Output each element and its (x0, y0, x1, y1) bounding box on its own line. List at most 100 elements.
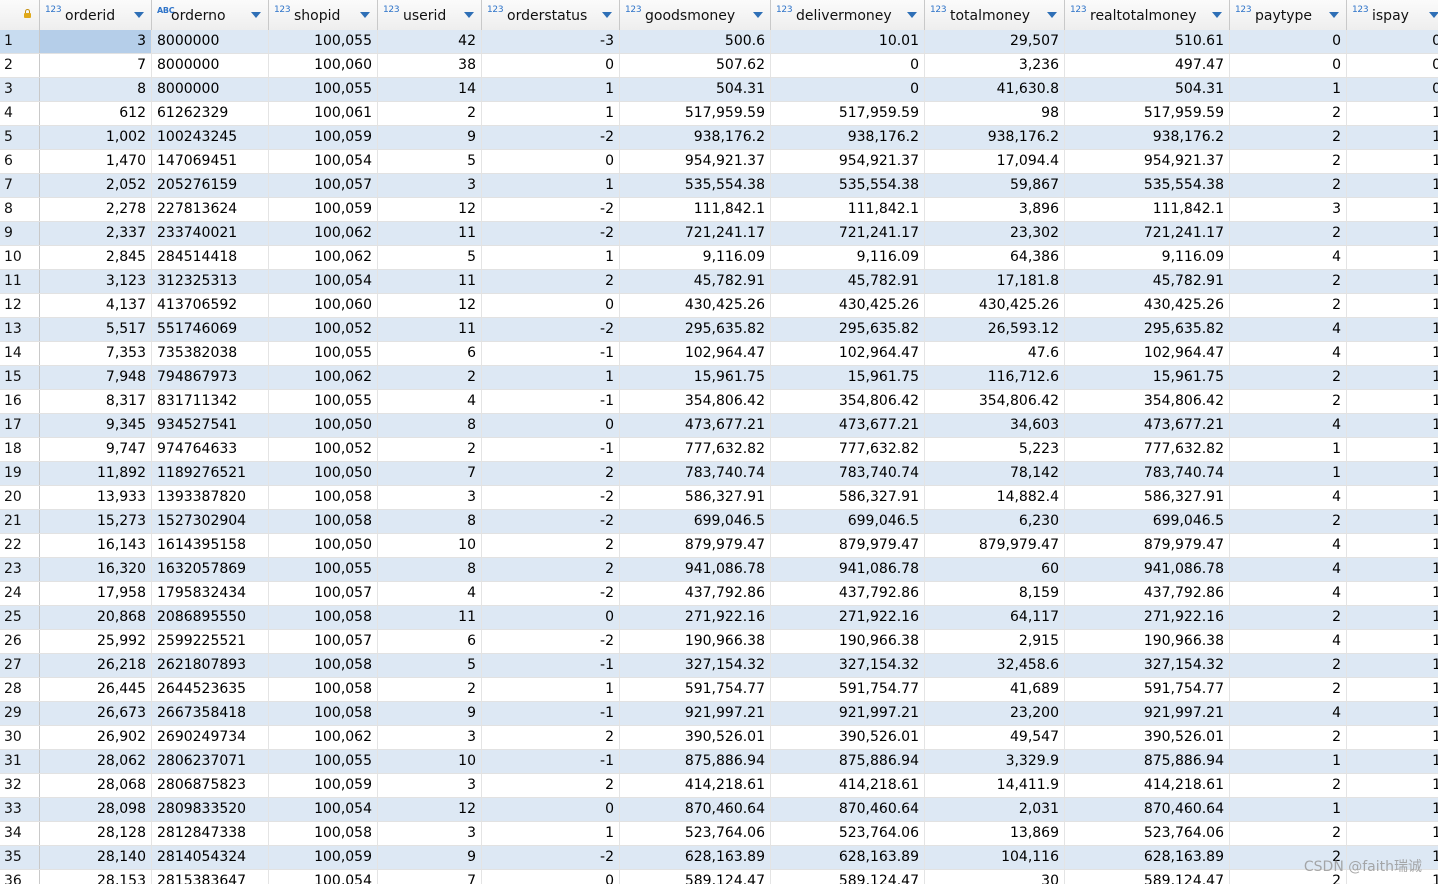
filter-dropdown-icon[interactable] (1429, 12, 1438, 18)
cell-orderno[interactable]: 934527541 (152, 414, 269, 437)
cell-shopid[interactable]: 100,060 (269, 294, 378, 317)
cell-ispay[interactable]: 1 (1347, 702, 1438, 725)
cell-realtotalmoney[interactable]: 535,554.38 (1065, 174, 1230, 197)
cell-delivermoney[interactable]: 875,886.94 (771, 750, 925, 773)
cell-ispay[interactable]: 1 (1347, 342, 1438, 365)
cell-paytype[interactable]: 2 (1230, 294, 1347, 317)
cell-paytype[interactable]: 4 (1230, 246, 1347, 269)
cell-orderstatus[interactable]: 1 (482, 246, 620, 269)
cell-delivermoney[interactable]: 10.01 (771, 30, 925, 53)
cell-paytype[interactable]: 2 (1230, 678, 1347, 701)
cell-realtotalmoney[interactable]: 941,086.78 (1065, 558, 1230, 581)
cell-totalmoney[interactable]: 5,223 (925, 438, 1065, 461)
cell-delivermoney[interactable]: 9,116.09 (771, 246, 925, 269)
cell-ispay[interactable]: 1 (1347, 582, 1438, 605)
cell-delivermoney[interactable]: 628,163.89 (771, 846, 925, 869)
cell-shopid[interactable]: 100,062 (269, 246, 378, 269)
cell-paytype[interactable]: 2 (1230, 270, 1347, 293)
cell-orderid[interactable]: 8 (40, 78, 152, 101)
cell-userid[interactable]: 6 (378, 630, 482, 653)
cell-userid[interactable]: 3 (378, 822, 482, 845)
cell-goodsmoney[interactable]: 535,554.38 (620, 174, 771, 197)
cell-ispay[interactable]: 1 (1347, 150, 1438, 173)
cell-orderstatus[interactable]: -1 (482, 390, 620, 413)
cell-orderno[interactable]: 2667358418 (152, 702, 269, 725)
row-number[interactable]: 35 (0, 846, 40, 869)
row-number[interactable]: 9 (0, 222, 40, 245)
cell-shopid[interactable]: 100,055 (269, 558, 378, 581)
cell-realtotalmoney[interactable]: 354,806.42 (1065, 390, 1230, 413)
cell-delivermoney[interactable]: 354,806.42 (771, 390, 925, 413)
cell-goodsmoney[interactable]: 507.62 (620, 54, 771, 77)
cell-orderid[interactable]: 16,320 (40, 558, 152, 581)
cell-totalmoney[interactable]: 32,458.6 (925, 654, 1065, 677)
filter-dropdown-icon[interactable] (134, 12, 144, 18)
cell-orderno[interactable]: 2806237071 (152, 750, 269, 773)
cell-goodsmoney[interactable]: 45,782.91 (620, 270, 771, 293)
cell-paytype[interactable]: 2 (1230, 822, 1347, 845)
cell-shopid[interactable]: 100,062 (269, 222, 378, 245)
cell-orderno[interactable]: 2806875823 (152, 774, 269, 797)
cell-shopid[interactable]: 100,054 (269, 798, 378, 821)
cell-paytype[interactable]: 2 (1230, 222, 1347, 245)
cell-orderid[interactable]: 26,673 (40, 702, 152, 725)
row-number[interactable]: 15 (0, 366, 40, 389)
cell-delivermoney[interactable]: 783,740.74 (771, 462, 925, 485)
table-row[interactable]: 4 612 61262329 100,061 2 1 517,959.59 517,959.5… (0, 102, 1438, 126)
cell-orderstatus[interactable]: -2 (482, 510, 620, 533)
cell-totalmoney[interactable]: 59,867 (925, 174, 1065, 197)
cell-userid[interactable]: 11 (378, 222, 482, 245)
cell-totalmoney[interactable]: 41,689 (925, 678, 1065, 701)
cell-orderstatus[interactable]: -2 (482, 126, 620, 149)
cell-totalmoney[interactable]: 2,031 (925, 798, 1065, 821)
table-row[interactable]: 6 1,470 147069451 100,054 5 0 954,921.37 954,92… (0, 150, 1438, 174)
cell-orderid[interactable]: 4,137 (40, 294, 152, 317)
cell-totalmoney[interactable]: 64,386 (925, 246, 1065, 269)
cell-paytype[interactable]: 4 (1230, 486, 1347, 509)
table-row[interactable]: 33 28,098 2809833520 100,054 12 0 870,460.64 87… (0, 798, 1438, 822)
cell-delivermoney[interactable]: 586,327.91 (771, 486, 925, 509)
cell-userid[interactable]: 3 (378, 486, 482, 509)
cell-realtotalmoney[interactable]: 473,677.21 (1065, 414, 1230, 437)
cell-orderstatus[interactable]: -2 (482, 582, 620, 605)
cell-totalmoney[interactable]: 60 (925, 558, 1065, 581)
filter-dropdown-icon[interactable] (1329, 12, 1339, 18)
cell-goodsmoney[interactable]: 783,740.74 (620, 462, 771, 485)
row-number[interactable]: 12 (0, 294, 40, 317)
cell-paytype[interactable]: 2 (1230, 606, 1347, 629)
table-row[interactable]: 278000000100,060380507.6203,236497.4700 (0, 54, 1438, 78)
cell-totalmoney[interactable]: 13,869 (925, 822, 1065, 845)
cell-orderid[interactable]: 28,068 (40, 774, 152, 797)
row-number[interactable]: 4 (0, 102, 40, 125)
cell-realtotalmoney[interactable]: 295,635.82 (1065, 318, 1230, 341)
table-row[interactable]: 36 28,153 2815383647 100,054 7 0 589,124.47 589… (0, 870, 1438, 884)
row-number[interactable]: 7 (0, 174, 40, 197)
cell-ispay[interactable]: 1 (1347, 750, 1438, 773)
cell-orderstatus[interactable]: 2 (482, 774, 620, 797)
cell-goodsmoney[interactable]: 921,997.21 (620, 702, 771, 725)
cell-ispay[interactable]: 1 (1347, 390, 1438, 413)
cell-ispay[interactable]: 1 (1347, 798, 1438, 821)
cell-goodsmoney[interactable]: 954,921.37 (620, 150, 771, 173)
cell-userid[interactable]: 12 (378, 798, 482, 821)
cell-delivermoney[interactable]: 517,959.59 (771, 102, 925, 125)
cell-shopid[interactable]: 100,055 (269, 30, 378, 53)
cell-userid[interactable]: 8 (378, 510, 482, 533)
row-number[interactable]: 21 (0, 510, 40, 533)
cell-paytype[interactable]: 4 (1230, 702, 1347, 725)
cell-delivermoney[interactable]: 190,966.38 (771, 630, 925, 653)
cell-realtotalmoney[interactable]: 390,526.01 (1065, 726, 1230, 749)
row-number[interactable]: 1 (0, 30, 40, 53)
row-number[interactable]: 26 (0, 630, 40, 653)
cell-realtotalmoney[interactable]: 111,842.1 (1065, 198, 1230, 221)
cell-totalmoney[interactable]: 879,979.47 (925, 534, 1065, 557)
cell-userid[interactable]: 12 (378, 198, 482, 221)
cell-orderstatus[interactable]: 1 (482, 366, 620, 389)
row-number[interactable]: 16 (0, 390, 40, 413)
table-row[interactable]: 16 8,317 831711342 100,055 4 -1 354,806.42 354,… (0, 390, 1438, 414)
cell-goodsmoney[interactable]: 500.6 (620, 30, 771, 53)
cell-delivermoney[interactable]: 523,764.06 (771, 822, 925, 845)
cell-ispay[interactable]: 1 (1347, 174, 1438, 197)
cell-orderno[interactable]: 100243245 (152, 126, 269, 149)
cell-shopid[interactable]: 100,058 (269, 678, 378, 701)
